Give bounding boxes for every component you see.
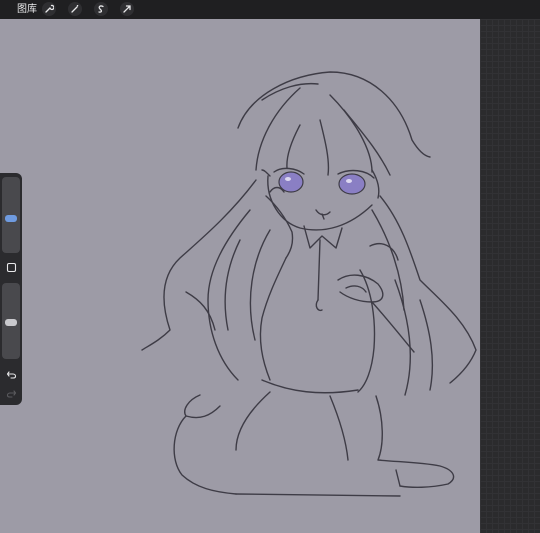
top-toolbar: 图库 bbox=[0, 0, 540, 19]
wrench-icon bbox=[45, 4, 54, 13]
modify-button[interactable] bbox=[4, 260, 18, 274]
modify-square-icon bbox=[6, 262, 16, 272]
selection-icon bbox=[98, 5, 104, 13]
selection-button[interactable] bbox=[94, 2, 108, 16]
redo-button[interactable] bbox=[4, 386, 18, 400]
left-sidebar bbox=[0, 173, 22, 405]
brush-size-thumb[interactable] bbox=[5, 215, 17, 222]
redo-icon bbox=[6, 389, 16, 398]
undo-icon bbox=[6, 370, 16, 379]
opacity-slider[interactable] bbox=[2, 283, 20, 359]
actions-button[interactable] bbox=[42, 2, 56, 16]
undo-button[interactable] bbox=[4, 367, 18, 381]
magic-wand-icon bbox=[71, 5, 79, 13]
transform-button[interactable] bbox=[120, 2, 134, 16]
character-sketch bbox=[141, 71, 477, 497]
adjustments-button[interactable] bbox=[68, 2, 82, 16]
brush-size-slider[interactable] bbox=[2, 177, 20, 253]
right-panel bbox=[480, 19, 540, 533]
drawing-canvas[interactable] bbox=[0, 19, 480, 533]
transform-arrow-icon bbox=[123, 5, 131, 13]
opacity-thumb[interactable] bbox=[5, 319, 17, 326]
gallery-button[interactable]: 图库 bbox=[17, 3, 37, 16]
